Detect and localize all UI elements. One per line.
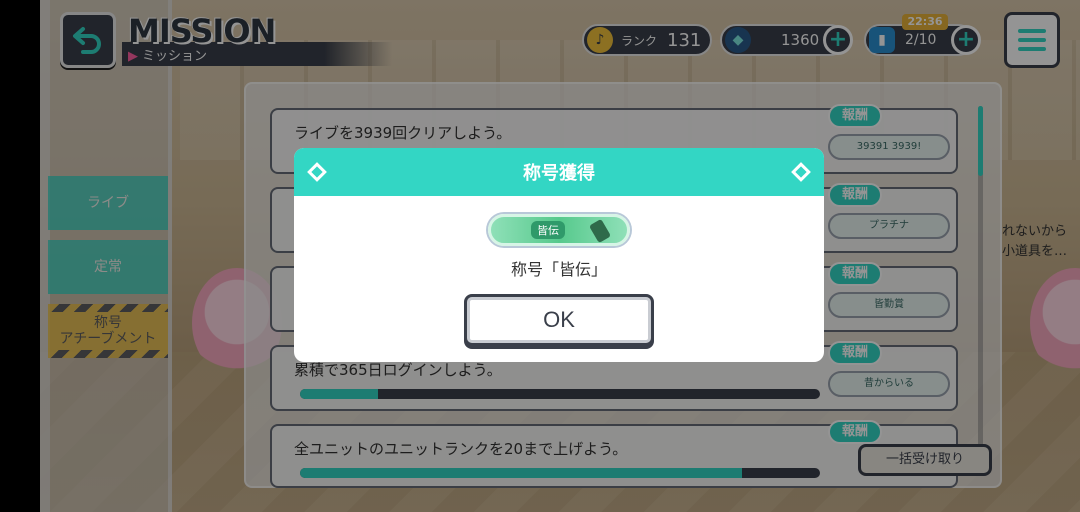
- diamond-icon: [307, 162, 327, 182]
- title-badge-text: 皆伝: [531, 221, 565, 239]
- dialog-header: 称号獲得: [294, 148, 824, 196]
- diamond-icon: [791, 162, 811, 182]
- badge-item-icon: [588, 218, 612, 244]
- title-acquired-dialog: 称号獲得 皆伝 称号「皆伝」 OK: [294, 148, 824, 362]
- dialog-message: 称号「皆伝」: [510, 260, 607, 279]
- title-badge: 皆伝: [488, 214, 630, 246]
- ok-button[interactable]: OK: [464, 294, 654, 346]
- dialog-title: 称号獲得: [523, 163, 595, 184]
